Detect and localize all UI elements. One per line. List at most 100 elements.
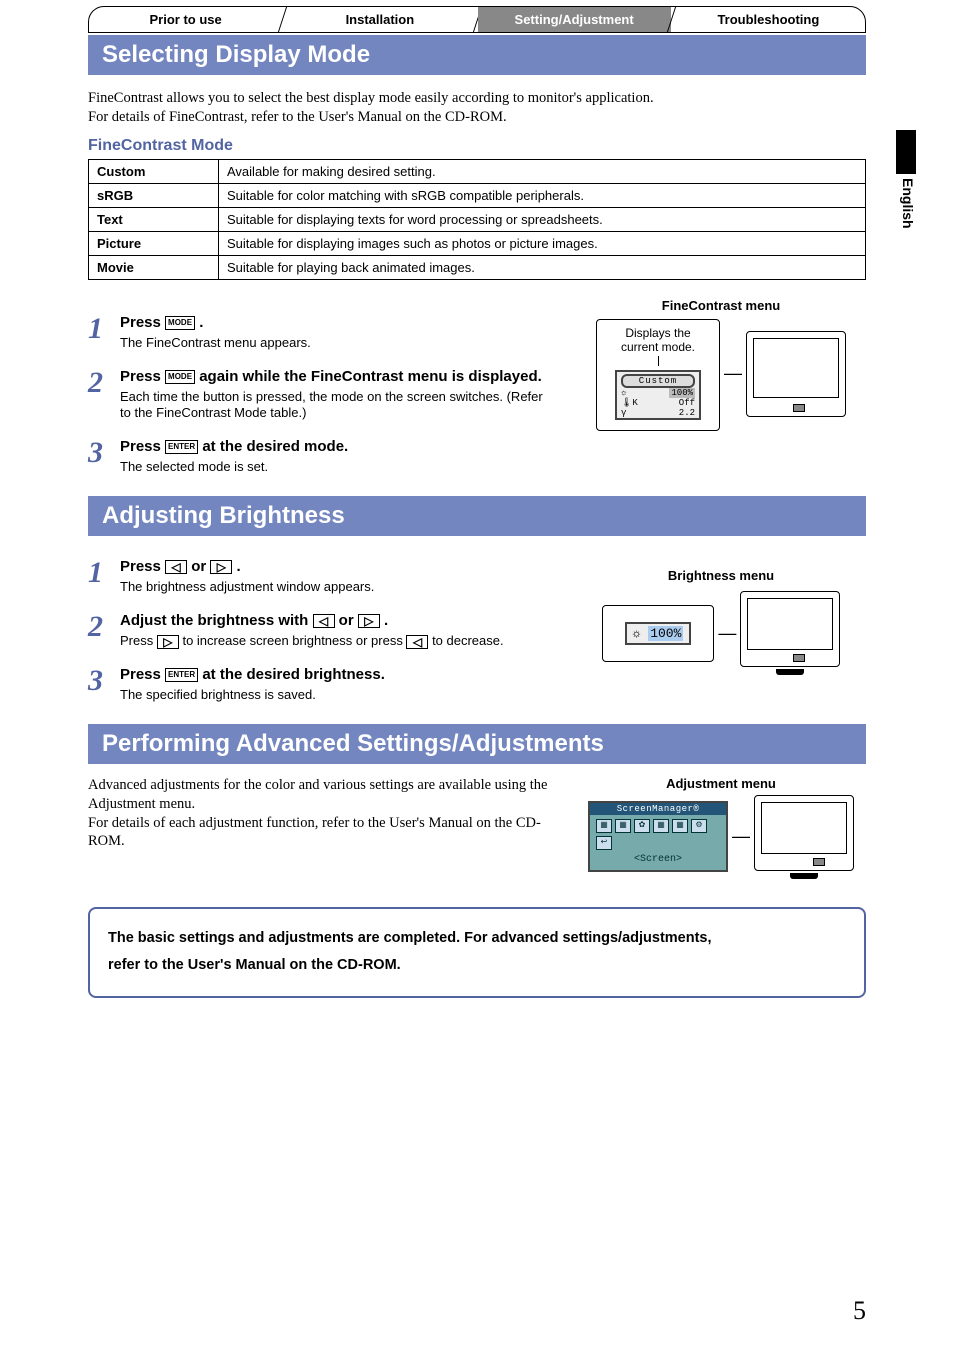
step-sub: The brightness adjustment window appears… [120,579,556,596]
callout-line: The basic settings and adjustments are c… [108,925,846,953]
section-title-display-mode: Selecting Display Mode [88,35,866,75]
brightness-value: 100% [648,626,683,641]
mode-desc: Suitable for displaying texts for word p… [219,207,866,231]
finecontrast-mode-table: CustomAvailable for making desired setti… [88,159,866,280]
monitor-enter-button-icon [813,858,825,866]
monitor-stand-icon [776,669,804,675]
monitor-icon [746,331,846,417]
osd-value: 100% [669,388,695,398]
diagram-title: FineContrast menu [576,298,866,313]
text: Press [120,666,165,683]
text: . [380,612,388,629]
connector-line: — [732,826,750,847]
right-button-icon: ▷ [210,560,232,574]
step-title: Press ENTER at the desired mode. [120,438,556,455]
text: to increase screen brightness or press [179,633,407,648]
osd-menu-icon: ▦ [615,819,631,833]
mode-desc: Suitable for displaying images such as p… [219,231,866,255]
mode-button-icon: MODE [165,316,195,330]
left-button-icon: ◁ [313,614,335,628]
monitor-mode-button-icon [793,404,805,412]
intro-line-1: FineContrast allows you to select the be… [88,90,654,106]
step-number: 3 [88,438,110,468]
tab-troubleshooting[interactable]: Troubleshooting [672,7,865,32]
step-title: Press ◁ or ▷ . [120,558,556,575]
callout-line: refer to the User's Manual on the CD-ROM… [108,952,846,980]
step-title: Adjust the brightness with ◁ or ▷ . [120,612,556,629]
enter-button-icon: ENTER [165,668,198,682]
step-number: 1 [88,558,110,588]
osd-value: 2.2 [679,408,695,418]
mode-name: Picture [89,231,219,255]
tab-prior-to-use[interactable]: Prior to use [89,7,282,32]
text: Press [120,558,165,575]
text: Advanced adjustments for the color and v… [88,777,547,812]
osd-menu-icon: ▦ [596,819,612,833]
step-3: 3 Press ENTER at the desired brightness.… [88,666,556,704]
step-number: 3 [88,666,110,696]
step-sub: The FineContrast menu appears. [120,335,556,352]
table-row: TextSuitable for displaying texts for wo… [89,207,866,231]
page-number: 5 [853,1296,866,1326]
step-sub: Press ▷ to increase screen brightness or… [120,633,556,650]
text: at the desired brightness. [198,666,385,683]
tab-installation[interactable]: Installation [283,7,476,32]
step-title: Press ENTER at the desired brightness. [120,666,556,683]
section-title-brightness: Adjusting Brightness [88,496,866,536]
text: to decrease. [428,633,503,648]
side-language-label: English [900,178,916,229]
connector-line: — [718,623,736,644]
text: at the desired mode. [198,438,348,455]
adjustment-diagram: Adjustment menu ScreenManager® ▦▦✿▦▦⚙↩ <… [576,776,866,879]
text: again while the FineContrast menu is dis… [195,368,542,385]
step-sub: The specified brightness is saved. [120,687,556,704]
mode-desc: Suitable for playing back animated image… [219,255,866,279]
step-number: 2 [88,612,110,642]
osd-menu-icon: ▦ [672,819,688,833]
section-title-advanced: Performing Advanced Settings/Adjustments [88,724,866,764]
mode-button-icon: MODE [165,370,195,384]
step-sub: The selected mode is set. [120,459,556,476]
left-button-icon: ◁ [406,635,428,649]
text: . [195,314,203,331]
connector-line: — [724,363,742,384]
left-button-icon: ◁ [165,560,187,574]
osd-callout-box: ☼ 100% [602,605,715,662]
page: Prior to use Installation Setting/Adjust… [0,6,954,998]
osd-menu-icon: ↩ [596,836,612,850]
intro-line-2: For details of FineContrast, refer to th… [88,109,507,125]
tab-setting-adjustment[interactable]: Setting/Adjustment [478,7,671,32]
step-title: Press MODE again while the FineContrast … [120,368,556,385]
brightness-icon: ☼ [633,626,641,641]
step-number: 1 [88,314,110,344]
summary-callout: The basic settings and adjustments are c… [88,907,866,998]
osd-icons: ▦▦✿▦▦⚙↩ [590,815,726,852]
osd-menu-icon: ✿ [634,819,650,833]
osd-selected-label: <Screen> [590,852,726,870]
temperature-icon: 🌡K [621,398,638,408]
enter-button-icon: ENTER [165,440,198,454]
gamma-icon: γ [621,408,626,418]
monitor-stand-icon [790,873,818,879]
mode-name: sRGB [89,183,219,207]
right-button-icon: ▷ [358,614,380,628]
step-2: 2 Press MODE again while the FineContras… [88,368,556,423]
diagram-title: Brightness menu [576,568,866,583]
mode-name: Text [89,207,219,231]
text: or [335,612,358,629]
text: Press [120,633,157,648]
text: Press [120,368,165,385]
monitor-arrow-button-icon [793,654,805,662]
finecontrast-mode-heading: FineContrast Mode [88,137,866,155]
text: Press [120,438,165,455]
osd-value: Off [679,398,695,408]
step-title: Press MODE . [120,314,556,331]
step-number: 2 [88,368,110,398]
table-row: MovieSuitable for playing back animated … [89,255,866,279]
finecontrast-osd: Custom ☼100% 🌡KOff γ2.2 [615,370,701,420]
osd-current-mode: Custom [621,374,695,388]
osd-menu-icon: ▦ [653,819,669,833]
table-row: sRGBSuitable for color matching with sRG… [89,183,866,207]
step-sub: Each time the button is pressed, the mod… [120,389,556,423]
caption: Displays the [615,326,701,340]
